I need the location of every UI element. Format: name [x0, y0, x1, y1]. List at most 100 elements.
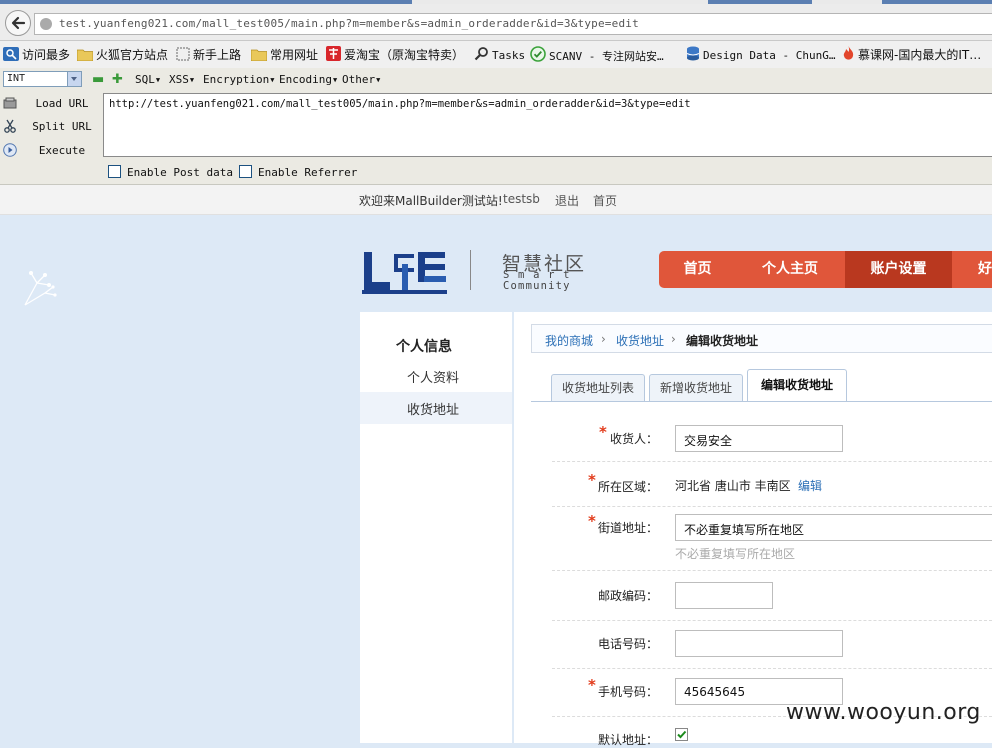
- mobile-label: 手机号码：: [597, 685, 658, 699]
- row-divider: [552, 461, 992, 462]
- menu-other[interactable]: Other▼: [342, 73, 380, 86]
- receiver-input[interactable]: 交易安全: [675, 425, 843, 452]
- bookmark-imooc[interactable]: 慕课网-国内最大的IT…: [842, 46, 981, 64]
- dropdown-arrow-icon: ▼: [189, 76, 195, 84]
- page-icon: [176, 47, 190, 64]
- scissors-icon: [4, 119, 16, 133]
- zip-input[interactable]: [675, 582, 773, 609]
- execute-button[interactable]: Execute: [0, 140, 100, 162]
- nav-account-settings[interactable]: 账户设置: [845, 251, 952, 288]
- database-icon: [686, 46, 700, 64]
- watermark: www.wooyun.org: [786, 700, 981, 725]
- hackbar-url-textarea[interactable]: http://test.yuanfeng021.com/mall_test005…: [103, 93, 992, 157]
- row-divider: [552, 506, 992, 507]
- chevron-down-icon: [67, 72, 81, 86]
- breadcrumb: 我的商城 › 收货地址 › 编辑收货地址: [531, 324, 992, 353]
- row-divider: [552, 668, 992, 669]
- nav-more[interactable]: 好: [965, 251, 992, 288]
- type-select[interactable]: INT: [3, 71, 82, 87]
- region-edit-link[interactable]: 编辑: [798, 477, 822, 494]
- bookmark-getting-started[interactable]: 新手上路: [176, 46, 241, 64]
- default-address-checkbox[interactable]: [675, 728, 688, 741]
- enable-referrer-checkbox[interactable]: Enable Referrer: [239, 165, 357, 179]
- menu-encoding[interactable]: Encoding▼: [279, 73, 337, 86]
- tel-label: 电话号码：: [597, 637, 658, 651]
- hackbar-menu: INT ▬ ✚ SQL▼ XSS▼ Encryption▼ Encoding▼ …: [0, 68, 992, 92]
- checkbox-box: [108, 165, 121, 178]
- bookmark-tasks[interactable]: Tasks: [474, 46, 525, 64]
- dropdown-arrow-icon: ▼: [376, 76, 381, 84]
- load-url-button[interactable]: Load URL: [0, 93, 100, 115]
- street-label: 街道地址：: [597, 521, 658, 535]
- dropdown-arrow-icon: ▼: [332, 76, 338, 84]
- dandelion-decoration-icon: [24, 271, 57, 306]
- main-nav: 首页 个人主页 账户设置 好: [659, 251, 992, 288]
- street-hint: 不必重复填写所在地区: [675, 547, 796, 561]
- back-arrow-icon: [11, 16, 26, 30]
- street-input[interactable]: 不必重复填写所在地区: [675, 514, 992, 541]
- receiver-label: 收货人：: [609, 432, 658, 446]
- check-circle-icon: [530, 46, 546, 65]
- tab-edit-address[interactable]: 编辑收货地址: [747, 369, 847, 402]
- tab-underline: [531, 401, 992, 402]
- taobao-icon: [326, 46, 341, 64]
- navigation-toolbar: test.yuanfeng021.com/mall_test005/main.p…: [0, 4, 992, 41]
- zip-label: 邮政编码：: [597, 589, 658, 603]
- address-bar[interactable]: test.yuanfeng021.com/mall_test005/main.p…: [34, 13, 992, 35]
- checkbox-box: [239, 165, 252, 178]
- enable-post-checkbox[interactable]: Enable Post data: [108, 165, 233, 179]
- sidebar-item-address[interactable]: 收货地址: [360, 392, 512, 424]
- logout-link[interactable]: 退出: [555, 192, 579, 209]
- most-visited-icon: [3, 47, 19, 64]
- checkmark-icon: [677, 730, 687, 739]
- decrement-icon[interactable]: ▬: [92, 72, 104, 87]
- address-url: test.yuanfeng021.com/mall_test005/main.p…: [59, 17, 639, 30]
- menu-encryption[interactable]: Encryption▼: [203, 73, 274, 86]
- bookmark-firefox-official[interactable]: 火狐官方站点: [76, 46, 168, 64]
- bookmark-scanv[interactable]: SCANV - 专注网站安…: [530, 46, 664, 64]
- sidebar-title: 个人信息: [396, 339, 452, 355]
- nav-personal-home[interactable]: 个人主页: [744, 251, 836, 288]
- back-button[interactable]: [5, 10, 31, 36]
- logo-divider: [470, 250, 471, 290]
- row-divider: [552, 570, 992, 571]
- region-label: 所在区域：: [597, 480, 658, 494]
- nav-home[interactable]: 首页: [659, 251, 736, 288]
- logo-en-text: S m a r t Community: [503, 270, 571, 292]
- sidebar: 个人信息 个人资料 收货地址: [360, 312, 512, 743]
- tab-new-address[interactable]: 新增收货地址: [649, 374, 743, 401]
- breadcrumb-current: 编辑收货地址: [686, 334, 759, 348]
- bookmark-common-sites[interactable]: 常用网址: [250, 46, 318, 64]
- row-divider: [552, 620, 992, 621]
- dropdown-arrow-icon: ▼: [155, 76, 161, 84]
- breadcrumb-address[interactable]: 收货地址: [616, 332, 664, 349]
- home-link[interactable]: 首页: [593, 192, 617, 209]
- dropdown-arrow-icon: ▼: [270, 76, 275, 84]
- flame-icon: [842, 46, 855, 64]
- play-icon: [3, 143, 17, 157]
- site-identity-icon[interactable]: [40, 18, 52, 30]
- load-url-icon: [3, 97, 17, 109]
- menu-xss[interactable]: XSS▼: [169, 73, 194, 86]
- sidebar-item-profile[interactable]: 个人资料: [360, 360, 512, 392]
- tel-input[interactable]: [675, 630, 843, 657]
- breadcrumb-root[interactable]: 我的商城: [545, 332, 593, 349]
- username-link[interactable]: testsb: [503, 192, 540, 206]
- region-value: 河北省 唐山市 丰南区: [675, 479, 791, 493]
- bookmarks-toolbar: 访问最多 火狐官方站点 新手上路 常用网址 爱淘宝（原淘宝特卖） Tasks S…: [0, 41, 992, 69]
- menu-sql[interactable]: SQL▼: [135, 73, 160, 86]
- hackbar-panel: INT ▬ ✚ SQL▼ XSS▼ Encryption▼ Encoding▼ …: [0, 68, 992, 185]
- increment-icon[interactable]: ✚: [112, 72, 123, 87]
- split-url-button[interactable]: Split URL: [0, 116, 100, 138]
- bookmark-ai-taobao[interactable]: 爱淘宝（原淘宝特卖）: [326, 46, 464, 64]
- breadcrumb-separator: ›: [671, 332, 676, 346]
- tab-address-list[interactable]: 收货地址列表: [551, 374, 645, 401]
- bookmark-most-visited[interactable]: 访问最多: [3, 46, 70, 64]
- bookmark-design-data[interactable]: Design Data - ChunG…: [686, 46, 835, 64]
- breadcrumb-separator: ›: [601, 332, 606, 346]
- default-label: 默认地址：: [597, 733, 658, 747]
- site-logo[interactable]: [362, 248, 447, 294]
- logo-en-line2: Community: [503, 280, 571, 292]
- magnifier-icon: [474, 46, 489, 64]
- folder-icon: [250, 48, 268, 64]
